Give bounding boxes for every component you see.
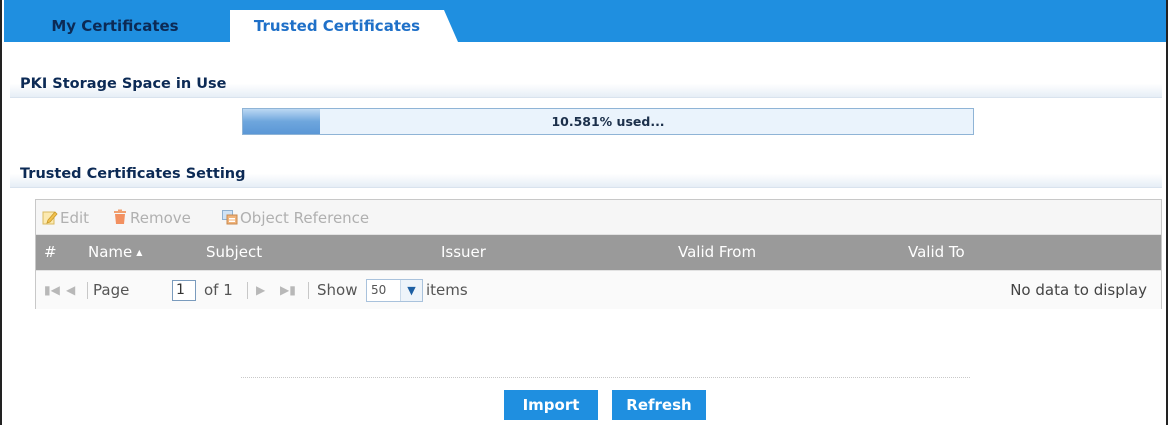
pki-storage-usage-text: 10.581% used...	[551, 114, 665, 129]
show-label: Show	[317, 281, 358, 299]
page-number-input[interactable]: 1	[172, 280, 196, 301]
edit-label: Edit	[60, 209, 90, 227]
next-page-icon[interactable]: ▶	[256, 271, 265, 310]
first-page-icon[interactable]: ▮◀	[44, 271, 60, 310]
column-header-number[interactable]: #	[44, 235, 57, 270]
refresh-button[interactable]: Refresh	[612, 390, 706, 420]
trusted-certificates-grid: Edit Remove Object Reference # Name ▲ Su…	[35, 199, 1162, 309]
pager-separator	[87, 282, 88, 299]
tab-bar: My Certificates Trusted Certificates	[4, 0, 1166, 42]
column-header-valid-from[interactable]: Valid From	[678, 235, 756, 270]
last-page-icon[interactable]: ▶▮	[280, 271, 296, 310]
page-count-label: of 1	[204, 281, 233, 299]
certificates-page: My Certificates Trusted Certificates PKI…	[0, 0, 1168, 425]
sort-ascending-icon: ▲	[136, 248, 143, 257]
chevron-down-icon[interactable]: ▼	[400, 280, 422, 301]
table-header-row: # Name ▲ Subject Issuer Valid From Valid …	[36, 235, 1161, 270]
no-data-message: No data to display	[1010, 281, 1147, 299]
remove-button[interactable]: Remove	[112, 208, 191, 228]
object-reference-button[interactable]: Object Reference	[222, 208, 369, 228]
pager-separator	[308, 282, 309, 299]
remove-label: Remove	[130, 209, 191, 227]
grid-toolbar: Edit Remove Object Reference	[36, 200, 1161, 235]
previous-page-icon[interactable]: ◀	[66, 271, 75, 310]
column-header-valid-to[interactable]: Valid To	[908, 235, 965, 270]
column-header-issuer[interactable]: Issuer	[441, 235, 486, 270]
object-reference-label: Object Reference	[240, 209, 370, 227]
import-button[interactable]: Import	[504, 390, 598, 420]
items-label: items	[426, 281, 468, 299]
page-label: Page	[93, 281, 130, 299]
edit-button[interactable]: Edit	[42, 208, 89, 228]
pager-separator	[247, 282, 248, 299]
tab-trusted-certificates[interactable]: Trusted Certificates	[230, 10, 458, 42]
object-reference-icon	[222, 210, 238, 225]
page-size-value: 50	[371, 283, 387, 297]
tab-my-certificates[interactable]: My Certificates	[20, 10, 210, 42]
pki-storage-progress-bar: 10.581% used...	[242, 108, 974, 135]
column-header-name-label: Name	[88, 243, 133, 261]
button-divider	[241, 377, 970, 378]
pki-storage-section-title: PKI Storage Space in Use	[10, 70, 1162, 98]
trash-icon	[114, 209, 126, 224]
column-header-subject[interactable]: Subject	[206, 235, 262, 270]
trusted-certificates-setting-title: Trusted Certificates Setting	[10, 160, 1162, 188]
pagination-bar: ▮◀ ◀ Page 1 of 1 ▶ ▶▮ Show 50 ▼ items No…	[36, 270, 1161, 309]
page-size-select[interactable]: 50 ▼	[366, 279, 423, 302]
edit-icon	[42, 211, 58, 225]
column-header-name[interactable]: Name ▲	[88, 235, 142, 270]
